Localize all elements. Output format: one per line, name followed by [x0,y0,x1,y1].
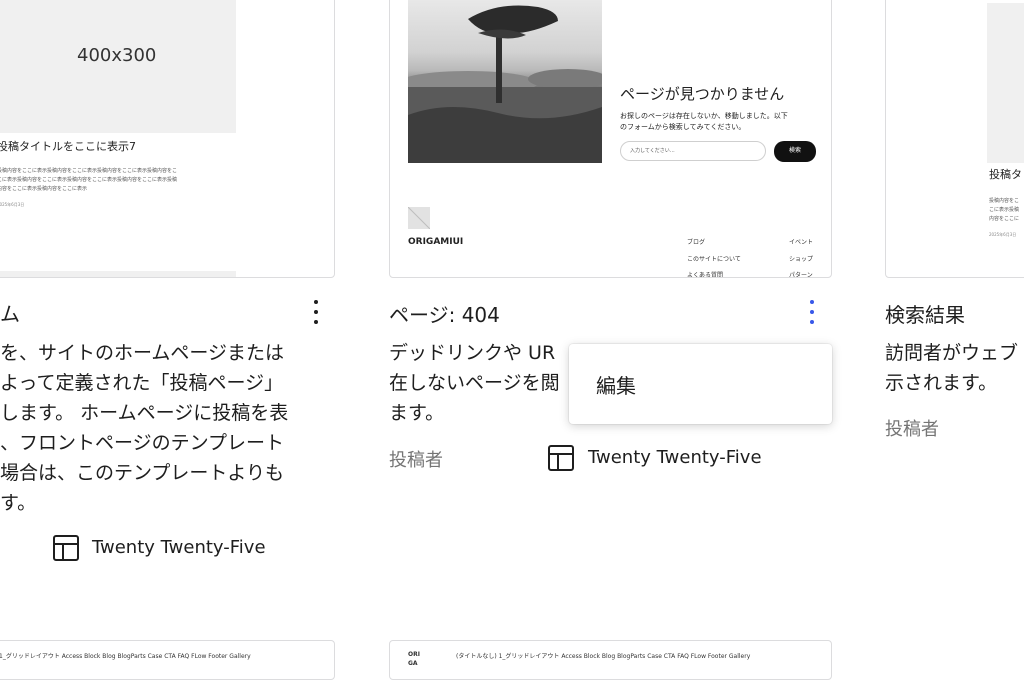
template-author: 投稿者 [885,419,939,440]
footer-link[interactable]: このサイトについて [687,254,741,263]
template-title[interactable]: 検索結果 [885,299,965,328]
more-vertical-icon[interactable] [808,299,816,325]
404-body-line: お探しのページは存在しないか、移動しました。以下 [620,112,788,120]
template-description-line: 在しないページを閲 [389,372,560,394]
preview-nav: 1_グリッドレイアウト Access Block Blog BlogParts … [0,653,251,660]
footer-link[interactable]: ショップ [789,254,813,263]
template-author: 投稿者 [389,450,443,471]
menu-item-edit[interactable]: 編集 [596,370,636,399]
footer-link[interactable]: ブログ [687,237,705,246]
footer-link[interactable]: イベント [789,237,813,246]
theme-name: Twenty Twenty-Five [588,447,762,468]
404-body-line: のフォームから検索してみてください。 [620,123,746,131]
post-excerpt-line: こに表示投稿 [989,207,1020,213]
template-description-line: よって定義された「投稿ページ」 [0,372,284,394]
more-vertical-icon[interactable] [312,299,320,325]
card-preview-bottom-middle[interactable]: ORI GA (タイトルなし) 1_グリッドレイアウト Access Block… [389,640,832,680]
card-preview-bottom-left[interactable]: 1_グリッドレイアウト Access Block Blog BlogParts … [0,640,335,680]
placeholder-label: 400x300 [77,45,157,66]
card-preview-404[interactable]: ページが見つかりません お探しのページは存在しないか、移動しました。以下 のフォ… [389,0,832,278]
preview-logo-line: GA [408,660,418,667]
layout-template-icon [548,445,574,471]
preview-logo-line: ORI [408,651,420,658]
actions-menu: 編集 [569,344,832,424]
post-title: 投稿タ [989,168,1022,181]
404-heading: ページが見つかりません [620,85,785,103]
image-placeholder [987,3,1024,163]
template-description-line: ます。 [389,402,445,424]
post-excerpt-line: 内容をここに表示投稿内容をここに表示 [0,186,88,192]
site-logo-icon [408,207,430,229]
layout-template-icon [53,535,79,561]
post-date: 2025年6月3日 [0,202,25,207]
footer-link[interactable]: パターン [789,270,813,277]
next-post-placeholder [0,271,236,277]
theme-name: Twenty Twenty-Five [92,537,266,558]
tree-photo [408,0,602,163]
card-preview-home[interactable]: 400x300 投稿タイトルをここに表示7 投稿内容をここに表示投稿内容をここに… [0,0,335,278]
template-title[interactable]: ム [0,298,20,327]
template-description-line: デッドリンクや UR [389,342,556,364]
site-logo-text: ORIGAMIUI [408,237,464,247]
post-excerpt-line: 投稿内容をここに表示投稿内容をここに表示投稿内容をここに表示投稿内容をこ [0,168,178,174]
template-title[interactable]: ページ: 404 [389,299,500,328]
template-description-line: 、フロントページのテンプレート [0,432,285,454]
image-placeholder [0,0,236,133]
post-date: 2025年6月3日 [989,232,1017,237]
footer-link[interactable]: よくある質問 [687,270,723,277]
post-excerpt-line: こに表示投稿内容をここに表示投稿内容をここに表示投稿内容をここに表示投稿 [0,177,178,183]
post-excerpt-line: 投稿内容をこ [989,198,1020,204]
template-description-line: を、サイトのホームページまたは [0,342,285,364]
search-placeholder: 入力してください… [630,148,675,154]
preview-nav: (タイトルなし) 1_グリッドレイアウト Access Block Blog B… [456,653,751,660]
template-description-line: 場合は、このテンプレートよりも [0,462,285,484]
post-title: 投稿タイトルをここに表示7 [0,140,136,153]
template-description-line: 示されます。 [885,372,998,394]
card-preview-search[interactable]: 投稿タ 投稿内容をこ こに表示投稿 内容をここに 2025年6月3日 [885,0,1024,278]
template-description-line: します。 ホームページに投稿を表 [0,402,289,424]
search-button-label: 検索 [789,147,802,154]
template-description-line: 訪問者がウェブ [885,342,1019,364]
search-input[interactable]: 入力してください… [620,141,766,161]
search-button[interactable]: 検索 [774,141,816,162]
template-description-line: す。 [0,492,37,514]
post-excerpt-line: 内容をここに [989,216,1020,222]
